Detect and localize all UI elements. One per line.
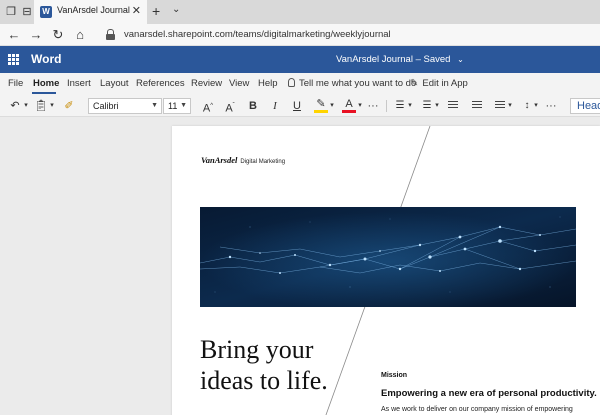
paste-icon[interactable]: 📋︎ xyxy=(34,99,48,113)
increase-indent-icon[interactable] xyxy=(472,101,482,110)
lightbulb-icon xyxy=(288,78,295,87)
brand-logo: VanArsdel xyxy=(201,155,238,165)
tab-layout[interactable]: Layout xyxy=(100,78,129,89)
address-bar: ← → ↻ ⌂ vanarsdel.sharepoint.com/teams/d… xyxy=(0,24,600,46)
shrink-font-icon[interactable]: Aˇ xyxy=(222,99,238,115)
numbering-dropdown-chevron-icon[interactable]: ▾ xyxy=(433,99,441,113)
pencil-icon: ✎ xyxy=(410,78,419,89)
headline-line-1: Bring your xyxy=(200,335,314,364)
heading-style-label: Heading xyxy=(577,100,600,112)
word-favicon-icon xyxy=(40,6,52,18)
tab-list-chevron-icon[interactable]: ⌄ xyxy=(172,4,180,15)
chevron-down-icon: ▼ xyxy=(151,102,158,109)
banner-image xyxy=(200,207,576,307)
paste-dropdown-chevron-icon[interactable]: ▾ xyxy=(48,99,56,113)
edit-in-app-button[interactable]: ✎ Edit in App xyxy=(410,78,468,89)
close-tab-icon[interactable]: ✕ xyxy=(132,4,141,17)
refresh-icon[interactable]: ↻ xyxy=(50,27,66,43)
undo-icon[interactable]: ↶ xyxy=(8,99,22,113)
url-field[interactable]: vanarsdel.sharepoint.com/teams/digitalma… xyxy=(100,26,600,44)
tab-insert[interactable]: Insert xyxy=(67,78,91,89)
tab-home[interactable]: Home xyxy=(33,78,59,89)
font-name-value: Calibri xyxy=(93,101,119,111)
undo-dropdown-chevron-icon[interactable]: ▾ xyxy=(22,99,30,113)
forward-arrow-icon[interactable]: → xyxy=(28,27,44,43)
mission-body: As we work to deliver on our company mis… xyxy=(381,406,573,413)
browser-tab[interactable]: VanArsdel Journal ✕ xyxy=(34,0,147,24)
browser-tab-strip: ❐ ⊟ VanArsdel Journal ✕ + ⌄ xyxy=(0,0,600,24)
mission-heading: Empowering a new era of personal product… xyxy=(381,388,597,399)
document-title[interactable]: VanArsdel Journal – Saved ⌄ xyxy=(336,54,464,65)
align-dropdown-chevron-icon[interactable]: ▾ xyxy=(506,99,514,113)
tab-references[interactable]: References xyxy=(136,78,185,89)
grow-font-icon[interactable]: A^ xyxy=(200,99,216,115)
document-title-text: VanArsdel Journal xyxy=(336,54,413,65)
heading-style-button[interactable]: Heading xyxy=(570,98,600,114)
chevron-down-icon: ▼ xyxy=(180,102,187,109)
word-app-header: Word VanArsdel Journal – Saved ⌄ xyxy=(0,46,600,73)
underline-button[interactable]: U xyxy=(290,99,304,113)
tab-file[interactable]: File xyxy=(8,78,23,89)
save-status: – Saved xyxy=(415,54,451,65)
align-icon[interactable] xyxy=(495,101,505,110)
document-page[interactable]: VanArsdel Digital Marketing Bring your i… xyxy=(172,126,600,415)
more-paragraph-options-icon[interactable]: ··· xyxy=(544,99,558,113)
new-tab-button[interactable]: + xyxy=(152,3,160,19)
font-name-dropdown[interactable]: Calibri ▼ xyxy=(88,98,162,114)
bullets-dropdown-chevron-icon[interactable]: ▾ xyxy=(406,99,414,113)
brand-header: VanArsdel Digital Marketing xyxy=(201,152,285,166)
document-headline: Bring your ideas to life. xyxy=(200,334,328,396)
edit-in-app-label: Edit in App xyxy=(422,78,468,89)
decrease-indent-icon[interactable] xyxy=(448,101,458,110)
tab-help[interactable]: Help xyxy=(258,78,278,89)
url-text: vanarsdel.sharepoint.com/teams/digitalma… xyxy=(124,29,391,40)
line-spacing-dropdown-chevron-icon[interactable]: ▾ xyxy=(532,99,540,113)
home-icon[interactable]: ⌂ xyxy=(72,27,88,43)
document-canvas: VanArsdel Digital Marketing Bring your i… xyxy=(0,117,600,415)
back-arrow-icon[interactable]: ← xyxy=(6,27,22,43)
highlight-color-icon[interactable]: ✎ xyxy=(314,99,328,113)
font-size-dropdown[interactable]: 11 ▼ xyxy=(163,98,191,114)
formatting-toolbar: ↶ ▾ 📋︎ ▾ ✐ Calibri ▼ 11 ▼ A^ Aˇ B I U ✎ … xyxy=(0,95,600,117)
tabs-aside-icon[interactable]: ⊟ xyxy=(20,5,34,19)
active-tab-indicator xyxy=(32,92,56,94)
lock-icon xyxy=(106,29,115,41)
more-font-options-icon[interactable]: ··· xyxy=(366,99,380,113)
tab-review[interactable]: Review xyxy=(191,78,222,89)
chevron-down-icon: ⌄ xyxy=(457,55,464,64)
app-name[interactable]: Word xyxy=(31,52,61,66)
ribbon-tabs: File Home Insert Layout References Revie… xyxy=(0,73,600,95)
font-size-value: 11 xyxy=(168,101,178,111)
tell-me-search[interactable]: Tell me what you want to do xyxy=(288,78,416,89)
bullets-icon[interactable]: ☰ xyxy=(393,99,407,113)
highlight-dropdown-chevron-icon[interactable]: ▾ xyxy=(328,99,336,113)
toolbar-divider xyxy=(386,100,387,112)
italic-button[interactable]: I xyxy=(268,99,282,113)
tab-view[interactable]: View xyxy=(229,78,249,89)
bold-button[interactable]: B xyxy=(246,99,260,113)
tell-me-label: Tell me what you want to do xyxy=(299,78,417,89)
headline-line-2: ideas to life. xyxy=(200,366,328,395)
format-painter-icon[interactable]: ✐ xyxy=(62,99,76,113)
mission-label: Mission xyxy=(381,372,408,379)
numbering-icon[interactable]: ☰ xyxy=(420,99,434,113)
brand-subtitle: Digital Marketing xyxy=(240,159,286,165)
tab-actions-icon[interactable]: ❐ xyxy=(4,5,18,19)
tab-title: VanArsdel Journal xyxy=(57,5,130,15)
font-color-icon[interactable]: A xyxy=(342,99,356,113)
app-launcher-icon[interactable] xyxy=(8,54,19,65)
font-color-dropdown-chevron-icon[interactable]: ▾ xyxy=(356,99,364,113)
